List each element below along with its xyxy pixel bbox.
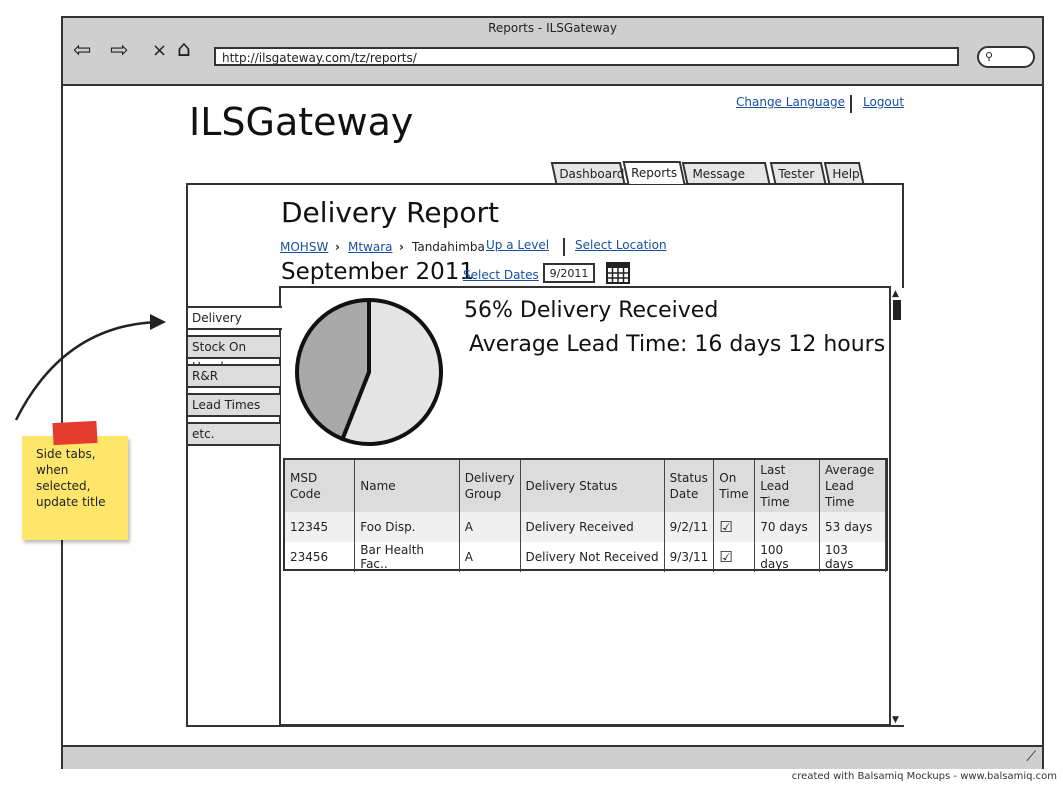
up-a-level-link[interactable]: Up a Level — [486, 238, 549, 252]
side-tab-lead-times[interactable]: Lead Times — [186, 393, 280, 417]
on-time-checkbox: ☑ — [713, 512, 756, 542]
side-tab-etc[interactable]: etc. — [186, 422, 280, 446]
column-header: Last Lead Time — [754, 460, 821, 512]
tab-dashboard[interactable]: Dashboard — [550, 162, 626, 183]
browser-titlebar: Reports - ILSGateway ⇦ ⇨ × ⌂ http://ilsg… — [63, 18, 1042, 86]
delivery-received-metric: 56% Delivery Received — [464, 298, 719, 323]
search-icon: ⚲ — [985, 50, 994, 63]
breadcrumb-current: Tandahimba — [412, 240, 485, 254]
browser-statusbar: ⟋ — [63, 745, 1042, 769]
table-row[interactable]: 23456 Bar Health Fac.. A Delivery Not Recei… — [285, 542, 886, 572]
table-cell: 103 days — [819, 542, 886, 572]
annotation-arrow — [14, 314, 166, 421]
select-dates-link[interactable]: Select Dates — [463, 268, 539, 282]
tab-label: Dashboard — [559, 167, 625, 181]
side-tab-stock-on-hand[interactable]: Stock On Hand — [186, 335, 280, 374]
table-cell: Delivery Not Received — [520, 542, 665, 572]
forward-arrow-icon[interactable]: ⇨ — [110, 39, 128, 63]
table-cell: 23456 — [285, 542, 356, 572]
close-icon[interactable]: × — [152, 39, 167, 63]
home-icon[interactable]: ⌂ — [177, 38, 191, 62]
table-cell: 53 days — [819, 512, 886, 542]
tab-label: Reports — [631, 166, 678, 180]
back-arrow-icon[interactable]: ⇦ — [73, 39, 91, 63]
column-header: Average Lead Time — [819, 460, 886, 512]
column-header: Delivery Status — [520, 460, 665, 512]
column-header: Name — [354, 460, 460, 512]
table-cell: A — [459, 512, 521, 542]
table-cell: Bar Health Fac.. — [354, 542, 460, 572]
side-tab-r-and-r[interactable]: R&R — [186, 364, 280, 388]
table-cell: 9/2/11 — [664, 512, 715, 542]
tab-help[interactable]: Help — [823, 162, 865, 183]
scroll-down-icon[interactable]: ▼ — [892, 715, 899, 725]
table-row[interactable]: 12345 Foo Disp. A Delivery Received 9/2/11 ☑ 7… — [285, 512, 886, 542]
calendar-icon[interactable] — [606, 262, 630, 284]
search-field[interactable]: ⚲ — [977, 46, 1035, 68]
report-month: September 2011 — [281, 259, 474, 285]
table-cell: 100 days — [754, 542, 821, 572]
date-field[interactable]: 9/2011 — [543, 263, 595, 283]
breadcrumb-separator: › — [399, 240, 404, 254]
delivery-table: MSD Code Name Delivery Group Delivery Statu… — [283, 458, 888, 572]
credit-text: created with Balsamiq Mockups - www.bals… — [791, 771, 1057, 782]
column-header: MSD Code — [285, 460, 356, 512]
vertical-scrollbar[interactable]: ▲ ▼ — [889, 288, 904, 725]
scroll-thumb[interactable] — [893, 300, 901, 320]
breadcrumb-mtwara[interactable]: Mtwara — [348, 240, 393, 254]
on-time-checkbox: ☑ — [713, 542, 756, 572]
table-cell: 12345 — [285, 512, 356, 542]
note-tape — [52, 420, 98, 446]
column-header: On Time — [713, 460, 756, 512]
link-separator — [850, 95, 852, 113]
column-header: Delivery Group — [459, 460, 521, 512]
tab-reports[interactable]: Reports — [622, 161, 686, 184]
resize-grip-icon[interactable]: ⟋ — [1026, 749, 1036, 765]
tab-label: Help — [832, 167, 860, 181]
column-header: Status Date — [664, 460, 715, 512]
table-cell: Delivery Received — [520, 512, 665, 542]
change-language-link[interactable]: Change Language — [736, 95, 845, 109]
address-bar[interactable]: http://ilsgateway.com/tz/reports/ — [214, 47, 959, 66]
tab-message-log[interactable]: Message Log — [681, 162, 771, 201]
breadcrumb-mohsw[interactable]: MOHSW — [280, 240, 328, 254]
table-cell: 9/3/11 — [664, 542, 715, 572]
sticky-note: Side tabs, when selected, update title — [22, 436, 128, 540]
brand-title: ILSGateway — [189, 100, 414, 144]
table-cell: 70 days — [754, 512, 821, 542]
table-cell: Foo Disp. — [354, 512, 460, 542]
side-tab-delivery[interactable]: Delivery — [186, 306, 282, 330]
table-header-row: MSD Code Name Delivery Group Delivery Statu… — [285, 460, 886, 512]
tab-label: Tester — [778, 167, 815, 181]
window-title: Reports - ILSGateway — [488, 21, 617, 35]
scroll-up-icon[interactable]: ▲ — [892, 289, 899, 299]
average-lead-time-metric: Average Lead Time: 16 days 12 hours — [469, 332, 886, 357]
table-cell: A — [459, 542, 521, 572]
tab-tester[interactable]: Tester — [769, 162, 827, 183]
logout-link[interactable]: Logout — [863, 95, 904, 109]
page-title: Delivery Report — [281, 196, 499, 229]
delivery-pie-chart — [295, 297, 443, 446]
link-separator — [563, 238, 565, 256]
select-location-link[interactable]: Select Location — [575, 238, 667, 252]
breadcrumb-separator: › — [335, 240, 340, 254]
